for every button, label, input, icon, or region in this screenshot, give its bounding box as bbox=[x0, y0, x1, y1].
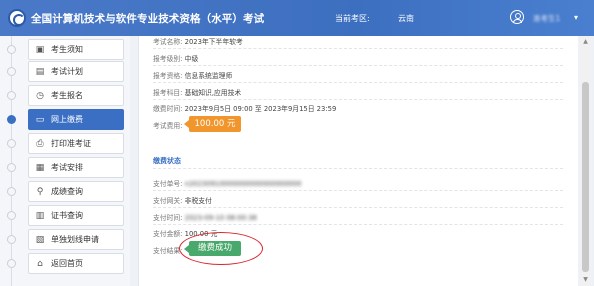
sidebar-item-label: 考生须知 bbox=[51, 45, 83, 54]
notice-icon: ▣ bbox=[35, 44, 45, 55]
timeline-dot bbox=[7, 259, 16, 268]
document-icon: ▦ bbox=[35, 162, 45, 173]
divider bbox=[153, 82, 563, 83]
sidebar-item-label: 网上缴费 bbox=[51, 115, 83, 124]
field-label: 缴费时间: bbox=[153, 105, 183, 113]
timeline-dot bbox=[7, 235, 16, 244]
sidebar-item-label: 打印准考证 bbox=[51, 139, 91, 148]
exam-fee-row: 考试费用: bbox=[153, 120, 182, 130]
sidebar-item-home[interactable]: ⌂ 返回首页 bbox=[28, 253, 124, 274]
field-label: 支付时间: bbox=[153, 214, 183, 222]
exam-name-row: 考试名称: 2023年下半年软考 bbox=[153, 36, 243, 46]
sidebar-item-notice[interactable]: ▣ 考生须知 bbox=[28, 39, 124, 60]
sidebar-item-label: 返回首页 bbox=[51, 259, 83, 268]
search-icon: ⚲ bbox=[36, 186, 44, 197]
exam-name-value: 2023年下半年软考 bbox=[184, 38, 243, 46]
sidebar-item-label: 证书查询 bbox=[51, 211, 83, 220]
payment-time-value: 2023-09-10 08:00:38 bbox=[184, 214, 257, 222]
sidebar-item-schedule[interactable]: ▦ 考试安排 bbox=[28, 157, 124, 178]
divider bbox=[153, 48, 563, 49]
timeline-dot bbox=[7, 187, 16, 196]
field-label: 考试费用: bbox=[153, 122, 183, 130]
timeline-dot bbox=[7, 211, 16, 220]
exam-qualification-value: 信息系统监理师 bbox=[184, 72, 233, 80]
sidebar-item-label: 考试计划 bbox=[51, 67, 83, 76]
form-icon: ▧ bbox=[35, 234, 45, 245]
sidebar-item-payment[interactable]: ▭ 网上缴费 bbox=[28, 109, 124, 130]
field-label: 报考级别: bbox=[153, 55, 183, 63]
payment-time-row: 支付时间: 2023-09-10 08:00:38 bbox=[153, 212, 257, 222]
payment-result-row: 支付结果: bbox=[153, 245, 182, 255]
sidebar-item-label: 考生报名 bbox=[51, 91, 83, 100]
certificate-icon: ▥ bbox=[35, 210, 45, 221]
gateway-row: 支付网关: 非税支付 bbox=[153, 195, 212, 205]
region-label: 当前考区: bbox=[335, 14, 370, 23]
divider bbox=[153, 99, 563, 100]
timeline-dot bbox=[7, 67, 16, 76]
divider bbox=[153, 190, 563, 191]
exam-level-value: 中级 bbox=[184, 55, 199, 63]
payment-status-title: 缴费状态 bbox=[153, 157, 181, 165]
scrollbar-thumb[interactable] bbox=[582, 82, 589, 272]
field-label: 支付单号: bbox=[153, 180, 183, 188]
payment-panel: 考试名称: 2023年下半年软考 报考级别: 中级 报考资格: 信息系统监理师 … bbox=[138, 36, 578, 286]
timeline-dot bbox=[7, 45, 16, 54]
divider bbox=[153, 168, 563, 169]
site-title: 全国计算机技术与软件专业技术资格（水平）考试 bbox=[31, 13, 265, 25]
exam-subject-value: 基础知识,应用技术 bbox=[184, 89, 242, 97]
exam-subject-row: 报考科目: 基础知识,应用技术 bbox=[153, 87, 241, 97]
calendar-icon: ▤ bbox=[35, 66, 45, 77]
fee-badge: 100.00 元 bbox=[184, 116, 241, 132]
printer-icon: ⎙ bbox=[36, 138, 44, 149]
clock-icon: ◷ bbox=[36, 90, 44, 101]
exam-level-row: 报考级别: 中级 bbox=[153, 53, 198, 63]
user-name[interactable]: 准考生1 bbox=[533, 13, 560, 24]
sidebar-item-label: 成绩查询 bbox=[51, 187, 83, 196]
logo-icon bbox=[8, 9, 26, 27]
timeline-dot bbox=[7, 139, 16, 148]
timeline-dot bbox=[7, 163, 16, 172]
payment-period-row: 缴费时间: 2023年9月5日 09:00 至 2023年9月15日 23:59 bbox=[153, 103, 336, 113]
divider bbox=[153, 65, 563, 66]
sidebar-item-separate-line[interactable]: ▧ 单独划线申请 bbox=[28, 229, 124, 250]
payment-period-value: 2023年9月5日 09:00 至 2023年9月15日 23:59 bbox=[184, 105, 337, 113]
field-label: 报考科目: bbox=[153, 89, 183, 97]
top-header: 全国计算机技术与软件专业技术资格（水平）考试 当前考区: 云南 准考生1 ▾ bbox=[0, 0, 594, 36]
home-icon: ⌂ bbox=[37, 258, 43, 269]
scroll-down-icon[interactable]: ▼ bbox=[581, 276, 590, 283]
order-number-row: 支付单号: n20230910000000000000000000 bbox=[153, 178, 301, 188]
region-value: 云南 bbox=[398, 14, 414, 23]
monitor-icon: ▭ bbox=[35, 114, 45, 125]
user-avatar-icon[interactable] bbox=[510, 10, 524, 24]
timeline-dot-active bbox=[7, 115, 16, 124]
divider bbox=[153, 224, 563, 225]
sidebar: ▣ 考生须知 ▤ 考试计划 ◷ 考生报名 ▭ 网上缴费 ⎙ 打印准考证 ▦ 考试… bbox=[0, 36, 130, 286]
sidebar-item-admission-ticket[interactable]: ⎙ 打印准考证 bbox=[28, 133, 124, 154]
sidebar-item-plan[interactable]: ▤ 考试计划 bbox=[28, 61, 124, 82]
field-label: 支付网关: bbox=[153, 197, 183, 205]
highlight-annotation bbox=[179, 232, 263, 265]
timeline-dot bbox=[7, 91, 16, 100]
sidebar-item-label: 单独划线申请 bbox=[51, 235, 99, 244]
field-label: 支付金额: bbox=[153, 230, 183, 238]
field-label: 考试名称: bbox=[153, 38, 183, 46]
gateway-value: 非税支付 bbox=[184, 197, 212, 205]
order-number-value: n20230910000000000000000000 bbox=[184, 180, 302, 188]
sidebar-item-certificate[interactable]: ▥ 证书查询 bbox=[28, 205, 124, 226]
divider bbox=[153, 207, 563, 208]
exam-qualification-row: 报考资格: 信息系统监理师 bbox=[153, 70, 232, 80]
sidebar-item-register[interactable]: ◷ 考生报名 bbox=[28, 85, 124, 106]
scroll-up-icon[interactable]: ▲ bbox=[581, 38, 590, 45]
chevron-down-icon[interactable]: ▾ bbox=[574, 13, 578, 22]
sidebar-item-scores[interactable]: ⚲ 成绩查询 bbox=[28, 181, 124, 202]
field-label: 报考资格: bbox=[153, 72, 183, 80]
sidebar-item-label: 考试安排 bbox=[51, 163, 83, 172]
